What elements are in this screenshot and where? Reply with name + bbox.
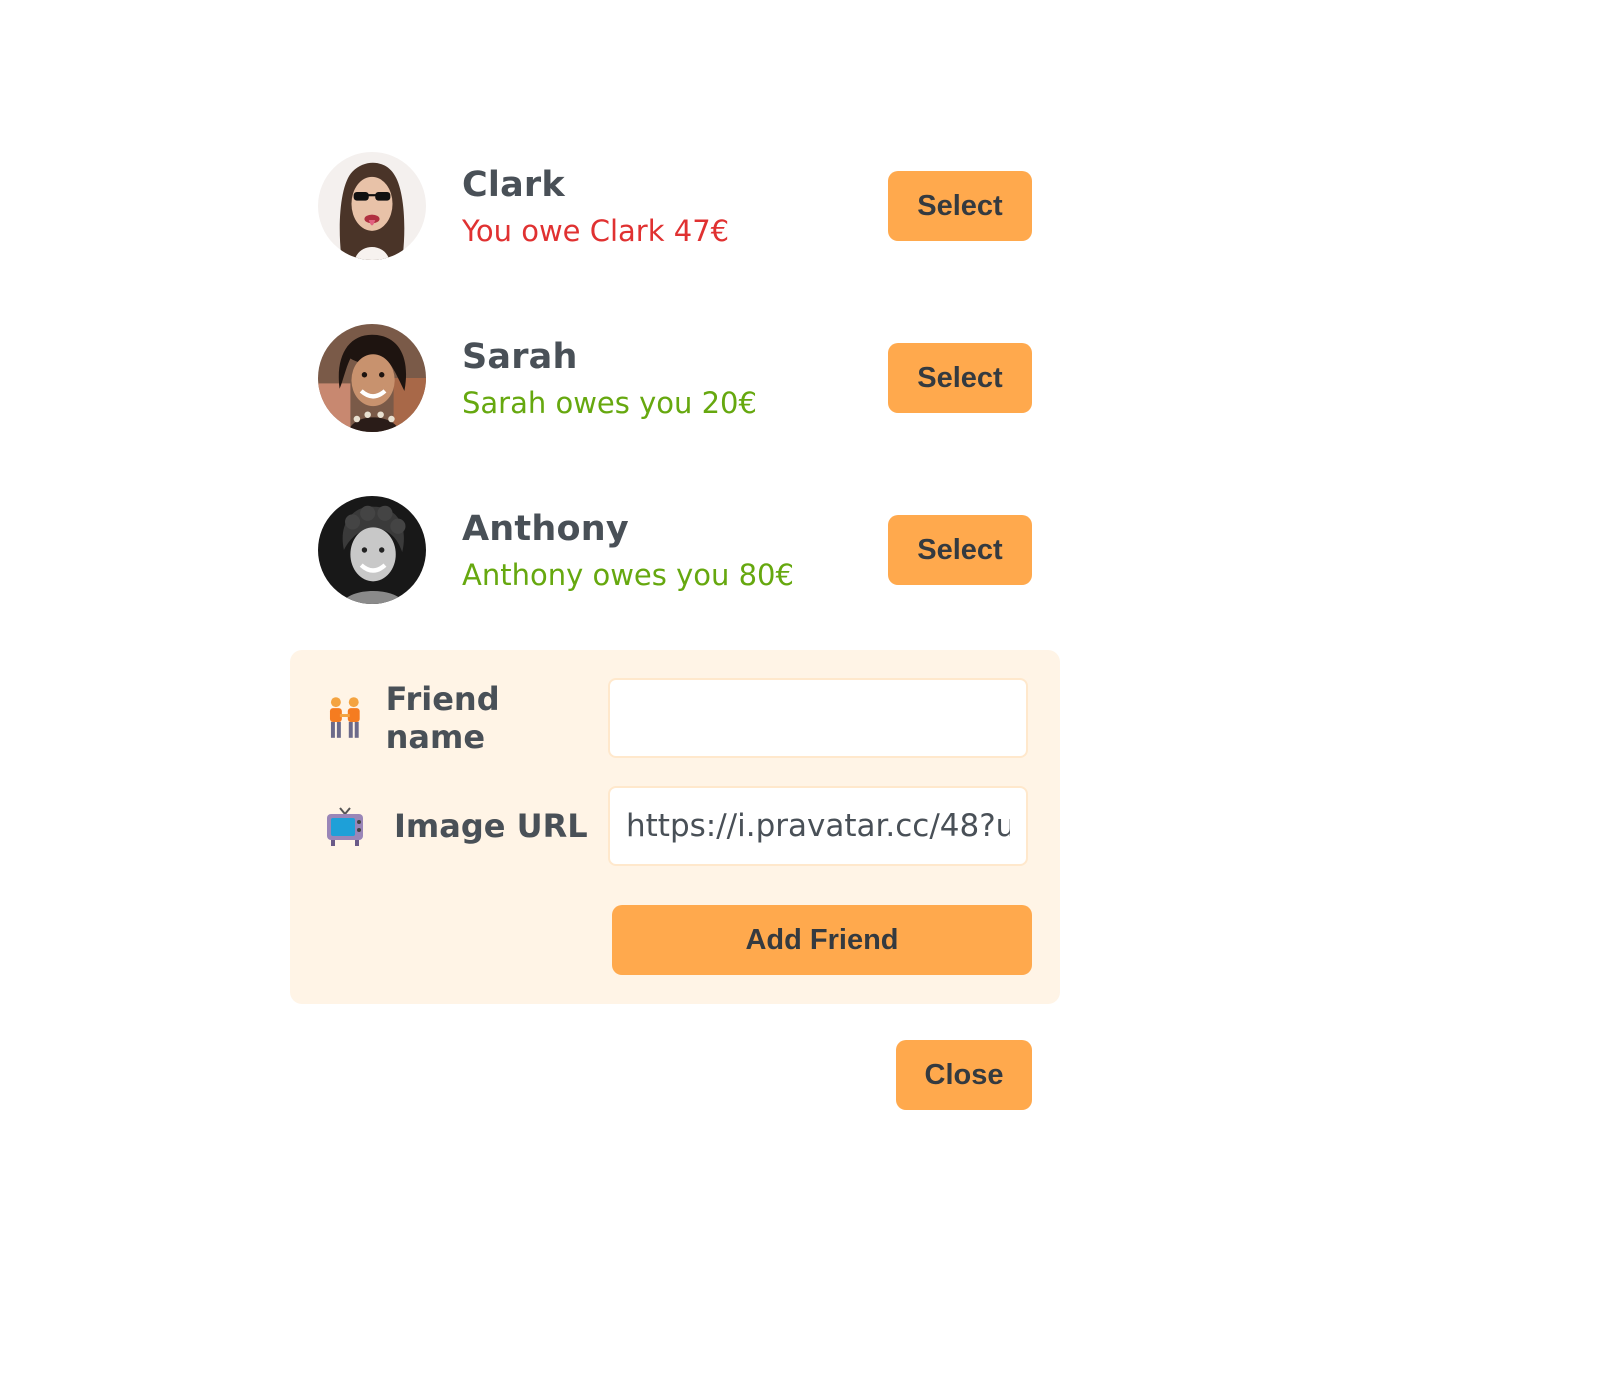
anthony-avatar-image <box>318 496 426 604</box>
clark-avatar-image <box>318 152 426 260</box>
friend-name: Sarah <box>462 336 578 377</box>
friend-balance: You owe Clark 47€ <box>462 213 730 248</box>
avatar <box>318 152 426 260</box>
friend-info: Sarah Sarah owes you 20€ <box>462 336 888 421</box>
image-url-label-text: Image URL <box>394 807 588 845</box>
friend-item-clark: Clark You owe Clark 47€ Select <box>318 120 1032 292</box>
people-holding-hands-icon <box>326 696 364 740</box>
image-url-input[interactable] <box>608 786 1028 866</box>
friends-list: Clark You owe Clark 47€ Select Sarah Sar… <box>290 120 1060 636</box>
friend-balance: Sarah owes you 20€ <box>462 385 757 420</box>
close-row: Close <box>290 1040 1060 1110</box>
friend-name-label: Friend name <box>318 680 608 756</box>
friend-balance: Anthony owes you 80€ <box>462 557 794 592</box>
image-url-row: Image URL <box>318 786 1032 866</box>
friend-name: Anthony <box>462 508 629 549</box>
image-url-label: Image URL <box>318 804 608 848</box>
friend-name-input[interactable] <box>608 678 1028 758</box>
friend-item-sarah: Sarah Sarah owes you 20€ Select <box>318 292 1032 464</box>
sarah-avatar-image <box>318 324 426 432</box>
friend-item-anthony: Anthony Anthony owes you 80€ Select <box>318 464 1032 636</box>
close-button[interactable]: Close <box>896 1040 1032 1110</box>
add-friend-form: Friend name Image URL https://i.pravatar… <box>290 650 1060 1004</box>
sidebar: Clark You owe Clark 47€ Select Sarah Sar… <box>290 120 1060 1110</box>
avatar <box>318 324 426 432</box>
friend-info: Clark You owe Clark 47€ <box>462 164 888 249</box>
friend-info: Anthony Anthony owes you 80€ <box>462 508 888 593</box>
add-friend-button[interactable]: Add Friend <box>612 905 1032 975</box>
friend-name-row: Friend name <box>318 678 1032 758</box>
select-button-anthony[interactable]: Select <box>888 515 1032 585</box>
select-button-sarah[interactable]: Select <box>888 343 1032 413</box>
avatar <box>318 496 426 604</box>
select-button-clark[interactable]: Select <box>888 171 1032 241</box>
friend-name-label-text: Friend name <box>385 680 500 756</box>
friend-name: Clark <box>462 164 565 205</box>
television-icon <box>326 804 364 848</box>
